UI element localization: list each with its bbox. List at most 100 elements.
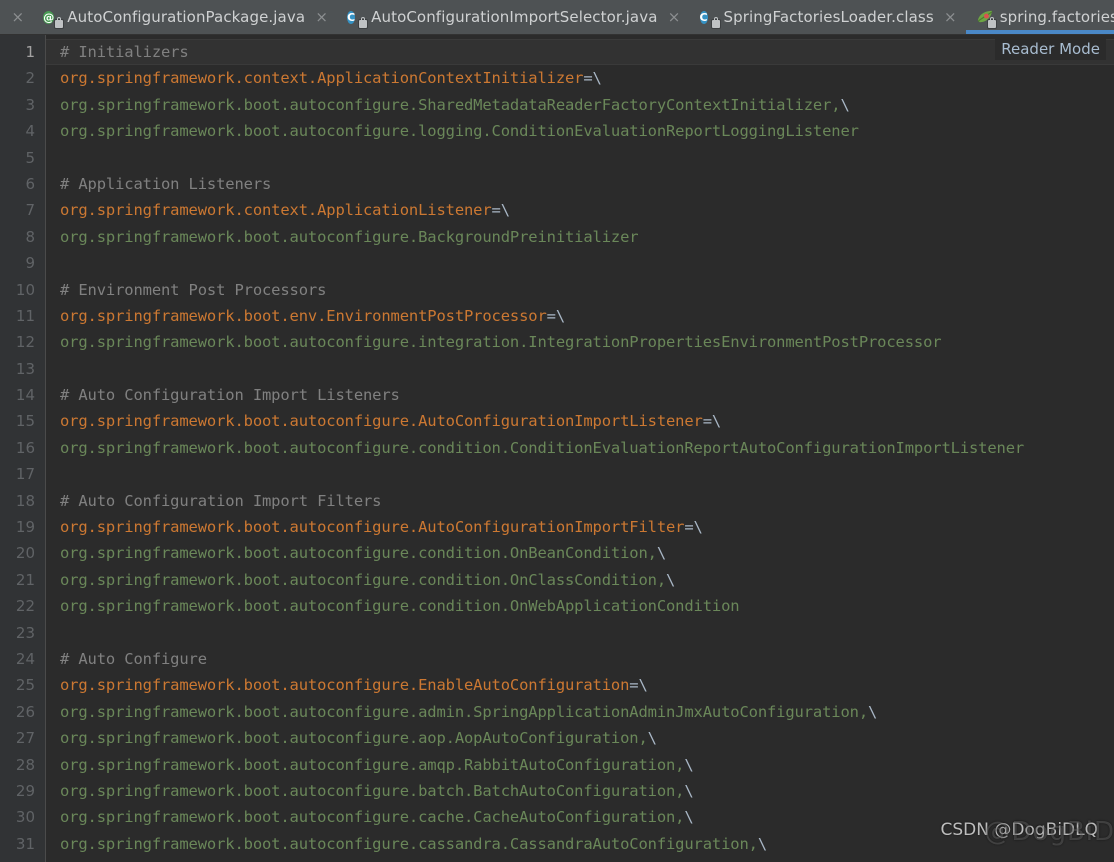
line-number[interactable]: 27 bbox=[0, 725, 45, 751]
code-line[interactable]: org.springframework.boot.autoconfigure.c… bbox=[60, 831, 1114, 857]
line-number[interactable]: 16 bbox=[0, 435, 45, 461]
code-token-key: org.springframework.boot.autoconfigure.A… bbox=[60, 518, 685, 537]
code-token-value: org.springframework.boot.autoconfigure.l… bbox=[60, 122, 859, 141]
code-line[interactable]: # Auto Configuration Import Listeners bbox=[60, 382, 1114, 408]
code-token-punct: \ bbox=[757, 834, 768, 853]
code-line[interactable]: # Auto Configure bbox=[60, 646, 1114, 672]
code-token-punct: =\ bbox=[702, 412, 722, 431]
code-line[interactable]: org.springframework.boot.autoconfigure.c… bbox=[60, 435, 1114, 461]
code-line[interactable]: org.springframework.boot.autoconfigure.E… bbox=[60, 672, 1114, 698]
code-token-punct: \ bbox=[684, 808, 694, 827]
code-token-value: org.springframework.boot.autoconfigure.i… bbox=[60, 333, 942, 352]
code-text-area[interactable]: # Initializers org.springframework.contex… bbox=[46, 35, 1114, 862]
code-token-punct: \ bbox=[647, 729, 657, 748]
line-number[interactable]: 6 bbox=[0, 171, 45, 197]
code-token-key: org.springframework.boot.autoconfigure.E… bbox=[60, 676, 630, 695]
code-token-punct: \ bbox=[868, 702, 878, 721]
line-number[interactable]: 2 bbox=[0, 65, 45, 91]
line-number[interactable]: 31 bbox=[0, 831, 45, 857]
code-line[interactable] bbox=[60, 250, 1114, 276]
code-token-value: org.springframework.boot.autoconfigure.c… bbox=[60, 544, 657, 563]
line-number[interactable]: 24 bbox=[0, 646, 45, 672]
class-glyph: C bbox=[347, 10, 356, 24]
code-token-value: org.springframework.boot.autoconfigure.B… bbox=[60, 227, 639, 246]
code-line[interactable]: org.springframework.boot.env.Environment… bbox=[60, 303, 1114, 329]
line-number[interactable]: 15 bbox=[0, 408, 45, 434]
line-number[interactable]: 28 bbox=[0, 752, 45, 778]
code-line[interactable]: org.springframework.boot.autoconfigure.c… bbox=[60, 857, 1114, 862]
editor-tab-spring-factories[interactable]: spring.factories× bbox=[965, 0, 1114, 34]
close-icon[interactable]: × bbox=[668, 9, 681, 25]
code-token-punct: \ bbox=[684, 755, 694, 774]
line-number[interactable]: 19 bbox=[0, 514, 45, 540]
line-number[interactable]: 22 bbox=[0, 593, 45, 619]
code-line[interactable]: org.springframework.boot.autoconfigure.i… bbox=[60, 329, 1114, 355]
line-number[interactable]: 20 bbox=[0, 540, 45, 566]
line-number[interactable]: 29 bbox=[0, 778, 45, 804]
line-number[interactable]: 11 bbox=[0, 303, 45, 329]
code-line[interactable] bbox=[60, 145, 1114, 171]
code-line[interactable]: org.springframework.boot.autoconfigure.a… bbox=[60, 725, 1114, 751]
line-number[interactable]: 25 bbox=[0, 672, 45, 698]
code-line[interactable]: # Initializers bbox=[46, 39, 1114, 66]
editor-tab-autoconfigurationpackage-java[interactable]: @ AutoConfigurationPackage.java × bbox=[33, 0, 338, 34]
line-number[interactable]: 7 bbox=[0, 197, 45, 223]
line-number[interactable]: 10 bbox=[0, 277, 45, 303]
editor-tab-label: AutoConfigurationPackage.java bbox=[67, 8, 306, 26]
code-line[interactable]: # Environment Post Processors bbox=[60, 277, 1114, 303]
line-number-gutter[interactable]: 1 2 3 4 5 6 7 8 9 10 11 12 13 14 15 16 17 18 19 20 21 22 23 24 2… bbox=[0, 35, 46, 862]
code-line[interactable]: org.springframework.boot.autoconfigure.c… bbox=[60, 567, 1114, 593]
editor-tab-a[interactable]: a× bbox=[0, 0, 34, 34]
line-number[interactable]: 1 bbox=[0, 39, 45, 65]
editor-tab-autoconfigurationimportselector-java[interactable]: C AutoConfigurationImportSelector.java × bbox=[337, 0, 690, 34]
code-token-comment: # Auto Configure bbox=[60, 649, 207, 668]
code-token-comment: # Environment Post Processors bbox=[60, 280, 327, 299]
code-line[interactable] bbox=[60, 620, 1114, 646]
line-number[interactable]: 17 bbox=[0, 461, 45, 487]
line-number[interactable]: 32 bbox=[0, 857, 45, 862]
code-token-value: org.springframework.boot.autoconfigure.a… bbox=[60, 729, 648, 748]
code-line[interactable]: # Application Listeners bbox=[60, 171, 1114, 197]
line-number[interactable]: 18 bbox=[0, 488, 45, 514]
line-number[interactable]: 5 bbox=[0, 145, 45, 171]
code-line[interactable]: org.springframework.context.ApplicationL… bbox=[60, 197, 1114, 223]
code-line[interactable]: org.springframework.boot.autoconfigure.A… bbox=[60, 514, 1114, 540]
code-line[interactable]: org.springframework.boot.autoconfigure.l… bbox=[60, 118, 1114, 144]
code-line[interactable]: org.springframework.boot.autoconfigure.c… bbox=[60, 540, 1114, 566]
code-token-value: org.springframework.boot.autoconfigure.a… bbox=[60, 755, 685, 774]
code-line[interactable]: org.springframework.boot.autoconfigure.a… bbox=[60, 752, 1114, 778]
code-line[interactable]: org.springframework.boot.autoconfigure.c… bbox=[60, 804, 1114, 830]
code-line[interactable]: org.springframework.boot.autoconfigure.S… bbox=[60, 92, 1114, 118]
line-number[interactable]: 21 bbox=[0, 567, 45, 593]
code-line[interactable] bbox=[60, 356, 1114, 382]
line-number[interactable]: 8 bbox=[0, 224, 45, 250]
code-token-comment: # Auto Configuration Import Listeners bbox=[60, 386, 400, 405]
line-number[interactable]: 4 bbox=[0, 118, 45, 144]
line-number[interactable]: 23 bbox=[0, 620, 45, 646]
line-number[interactable]: 14 bbox=[0, 382, 45, 408]
reader-mode-button[interactable]: Reader Mode bbox=[995, 38, 1106, 60]
line-number[interactable]: 13 bbox=[0, 356, 45, 382]
code-line[interactable]: org.springframework.boot.autoconfigure.c… bbox=[60, 593, 1114, 619]
close-icon[interactable]: × bbox=[944, 9, 957, 25]
ide-window: a×@AutoConfigurationPackage.java×CAutoCo… bbox=[0, 0, 1114, 862]
editor-tab-springfactoriesloader-class[interactable]: C SpringFactoriesLoader.class × bbox=[689, 0, 966, 34]
code-line[interactable]: org.springframework.boot.autoconfigure.b… bbox=[60, 778, 1114, 804]
code-line[interactable] bbox=[60, 461, 1114, 487]
code-token-comment: # Auto Configuration Import Filters bbox=[60, 491, 382, 510]
code-line[interactable]: # Auto Configuration Import Filters bbox=[60, 488, 1114, 514]
line-number[interactable]: 9 bbox=[0, 250, 45, 276]
code-token-punct: =\ bbox=[546, 306, 566, 325]
code-line[interactable]: org.springframework.boot.autoconfigure.a… bbox=[60, 699, 1114, 725]
close-icon[interactable]: × bbox=[11, 9, 25, 25]
line-number[interactable]: 12 bbox=[0, 329, 45, 355]
close-icon[interactable]: × bbox=[315, 9, 328, 25]
editor-tab-label: a bbox=[0, 8, 1, 26]
code-line[interactable]: org.springframework.context.ApplicationC… bbox=[60, 65, 1114, 91]
line-number[interactable]: 3 bbox=[0, 92, 45, 118]
editor-tab-label: spring.factories bbox=[999, 8, 1114, 26]
code-line[interactable]: org.springframework.boot.autoconfigure.A… bbox=[60, 408, 1114, 434]
line-number[interactable]: 30 bbox=[0, 804, 45, 830]
line-number[interactable]: 26 bbox=[0, 699, 45, 725]
code-line[interactable]: org.springframework.boot.autoconfigure.B… bbox=[60, 224, 1114, 250]
